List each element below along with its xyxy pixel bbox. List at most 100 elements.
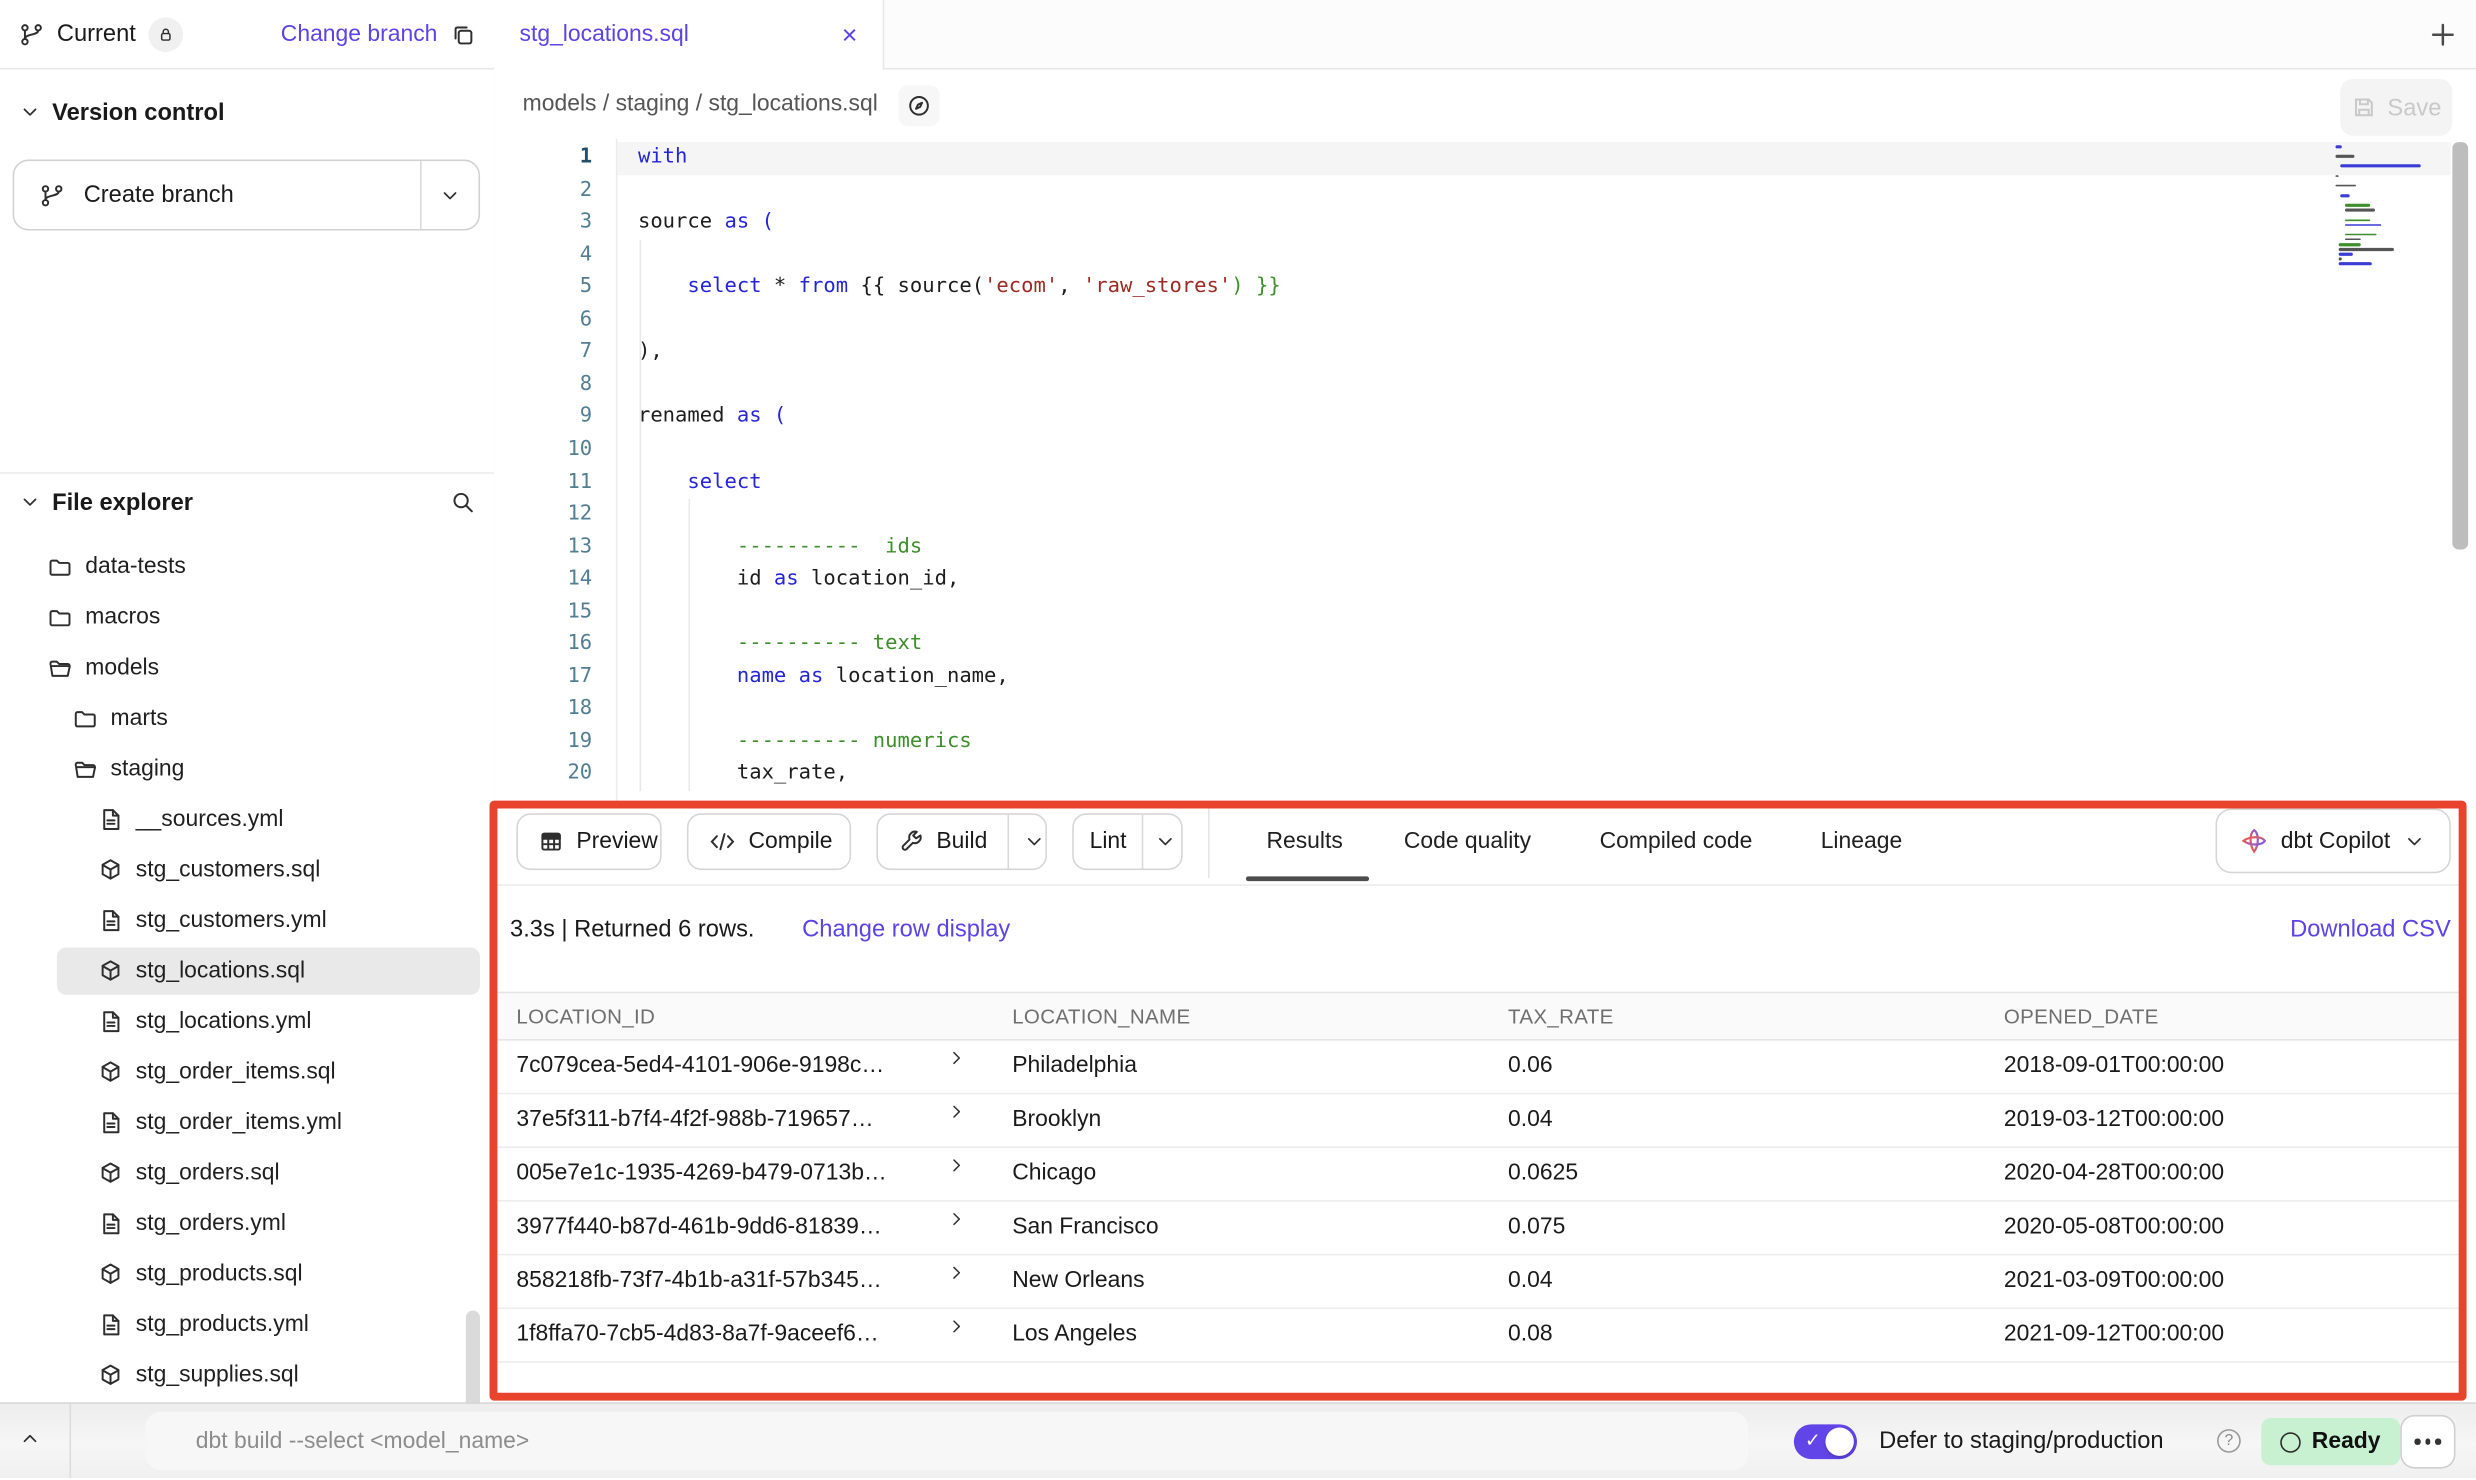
code-line: 18 xyxy=(494,694,2476,726)
dbt-copilot-icon xyxy=(2241,827,2268,854)
tab-lineage[interactable]: Lineage xyxy=(1821,802,1902,881)
cell: New Orleans xyxy=(1012,1255,1144,1307)
create-branch-button[interactable]: Create branch xyxy=(13,159,480,230)
file-item-marts[interactable]: marts xyxy=(0,693,494,744)
table-row: 1f8ffa70-7cb5-4d83-8a7f-9aceef6…Los Ange… xyxy=(497,1309,2458,1363)
dbt-copilot-button[interactable]: dbt Copilot xyxy=(2215,808,2450,873)
code-line: 14id as location_id, xyxy=(494,564,2476,596)
file-item-stg-products-sql[interactable]: stg_products.sql xyxy=(0,1249,494,1300)
tab-stg-locations-sql[interactable]: stg_locations.sql × xyxy=(494,0,884,69)
file-item-label: macros xyxy=(85,592,160,643)
tab-results[interactable]: Results xyxy=(1266,802,1342,881)
file-item-models[interactable]: models xyxy=(0,643,494,694)
cell: 0.04 xyxy=(1508,1255,1553,1307)
row-expander-icon[interactable] xyxy=(947,1210,966,1229)
minimap-line xyxy=(2335,145,2342,148)
lineage-navigate-button[interactable] xyxy=(899,85,940,126)
code-editor[interactable]: 1with23source as (45select * from {{ sou… xyxy=(494,139,2476,802)
minimap-line xyxy=(2338,258,2341,261)
tab-compiled-code[interactable]: Compiled code xyxy=(1600,802,1753,881)
file-item-stg-customers-yml[interactable]: stg_customers.yml xyxy=(0,895,494,946)
row-expander-icon[interactable] xyxy=(947,1049,966,1068)
current-branch-label: Current xyxy=(57,21,136,48)
new-tab-button[interactable] xyxy=(2429,21,2457,49)
cell: 37e5f311-b7f4-4f2f-988b-719657… xyxy=(516,1094,873,1146)
save-button[interactable]: Save xyxy=(2340,79,2452,136)
column-header-location_id: LOCATION_ID xyxy=(516,993,655,1039)
minimap-line xyxy=(2335,175,2338,178)
code-text: source as ( xyxy=(638,207,774,239)
tab-bar: stg_locations.sql × xyxy=(494,0,2476,69)
build-dropdown[interactable] xyxy=(1008,815,1060,869)
minimap-line xyxy=(2346,233,2377,236)
minimap-line xyxy=(2346,219,2371,222)
minimap-line xyxy=(2338,253,2353,256)
lint-dropdown[interactable] xyxy=(1142,815,1188,869)
file-item-data-tests[interactable]: data-tests xyxy=(0,542,494,593)
file-item-stg-customers-sql[interactable]: stg_customers.sql xyxy=(0,845,494,896)
row-expander-icon[interactable] xyxy=(947,1156,966,1175)
line-number: 10 xyxy=(494,434,592,466)
wrench-icon xyxy=(899,829,924,854)
file-item-stg-locations-sql[interactable]: stg_locations.sql xyxy=(0,946,494,997)
file-item-label: stg_customers.yml xyxy=(136,895,327,946)
file-item-macros[interactable]: macros xyxy=(0,592,494,643)
lint-button[interactable]: Lint xyxy=(1072,813,1183,870)
command-input[interactable] xyxy=(145,1412,1748,1470)
file-item-stg-orders-yml[interactable]: stg_orders.yml xyxy=(0,1199,494,1250)
file-item-label: staging xyxy=(111,744,185,795)
file-item-stg-order-items-yml[interactable]: stg_order_items.yml xyxy=(0,1097,494,1148)
compile-button[interactable]: Compile xyxy=(687,813,851,870)
cell: Philadelphia xyxy=(1012,1041,1137,1093)
file-item-stg-supplies-sql[interactable]: stg_supplies.sql xyxy=(0,1350,494,1401)
row-expander-icon[interactable] xyxy=(947,1317,966,1336)
chevron-up-icon[interactable] xyxy=(19,1428,47,1456)
code-line: 1with xyxy=(494,142,2476,174)
editor-minimap[interactable] xyxy=(2335,145,2423,281)
version-control-header[interactable]: Version control xyxy=(0,88,494,135)
tab-code-quality[interactable]: Code quality xyxy=(1404,802,1531,881)
defer-toggle[interactable]: ✓ xyxy=(1794,1424,1857,1459)
doc-icon xyxy=(98,1312,123,1337)
file-item-staging[interactable]: staging xyxy=(0,744,494,795)
ready-status-badge[interactable]: Ready xyxy=(2261,1418,2399,1465)
more-options-button[interactable] xyxy=(2400,1415,2455,1469)
create-branch-dropdown[interactable] xyxy=(420,161,478,229)
cell: 0.075 xyxy=(1508,1202,1565,1254)
dbt-ide-window: Current Change branch Version control Cr… xyxy=(0,0,2476,1478)
create-branch-label: Create branch xyxy=(84,182,234,209)
file-item-label: marts xyxy=(111,693,168,744)
file-item-sources-yml[interactable]: __sources.yml xyxy=(0,794,494,845)
row-expander-icon[interactable] xyxy=(947,1102,966,1121)
cell: 2021-03-09T00:00:00 xyxy=(2004,1255,2224,1307)
sidebar: Current Change branch Version control Cr… xyxy=(0,0,496,1402)
file-item-stg-order-items-sql[interactable]: stg_order_items.sql xyxy=(0,1047,494,1098)
file-item-stg-products-yml[interactable]: stg_products.yml xyxy=(0,1300,494,1351)
folder-open-icon xyxy=(47,655,72,680)
cell: San Francisco xyxy=(1012,1202,1158,1254)
column-header-opened_date: OPENED_DATE xyxy=(2004,993,2159,1039)
search-icon[interactable] xyxy=(450,490,475,515)
preview-button[interactable]: Preview xyxy=(516,813,661,870)
file-explorer-header[interactable]: File explorer xyxy=(0,478,494,525)
file-item-label: stg_supplies.sql xyxy=(136,1350,299,1401)
save-label: Save xyxy=(2387,94,2441,121)
table-row: 3977f440-b87d-461b-9dd6-81839…San Franci… xyxy=(497,1202,2458,1256)
minimap-line xyxy=(2335,184,2355,187)
copy-icon[interactable] xyxy=(450,21,475,46)
cell: 2018-09-01T00:00:00 xyxy=(2004,1041,2224,1093)
build-button[interactable]: Build xyxy=(876,813,1047,870)
cell: 7c079cea-5ed4-4101-906e-9198c… xyxy=(516,1041,884,1093)
file-item-stg-orders-sql[interactable]: stg_orders.sql xyxy=(0,1148,494,1199)
file-item-stg-locations-yml[interactable]: stg_locations.yml xyxy=(0,996,494,1047)
change-row-display-link[interactable]: Change row display xyxy=(802,916,1010,943)
help-icon[interactable]: ? xyxy=(2217,1429,2241,1453)
change-branch-link[interactable]: Change branch xyxy=(281,21,438,46)
doc-icon xyxy=(98,1110,123,1135)
results-panel: Preview Compile Build Lint Results Code q… xyxy=(494,802,2476,1402)
row-expander-icon[interactable] xyxy=(947,1263,966,1282)
editor-scrollbar[interactable] xyxy=(2452,142,2468,549)
status-bar: ✓ Defer to staging/production ? Ready xyxy=(0,1402,2476,1478)
download-csv-link[interactable]: Download CSV xyxy=(2290,916,2451,943)
close-icon[interactable]: × xyxy=(842,21,858,48)
